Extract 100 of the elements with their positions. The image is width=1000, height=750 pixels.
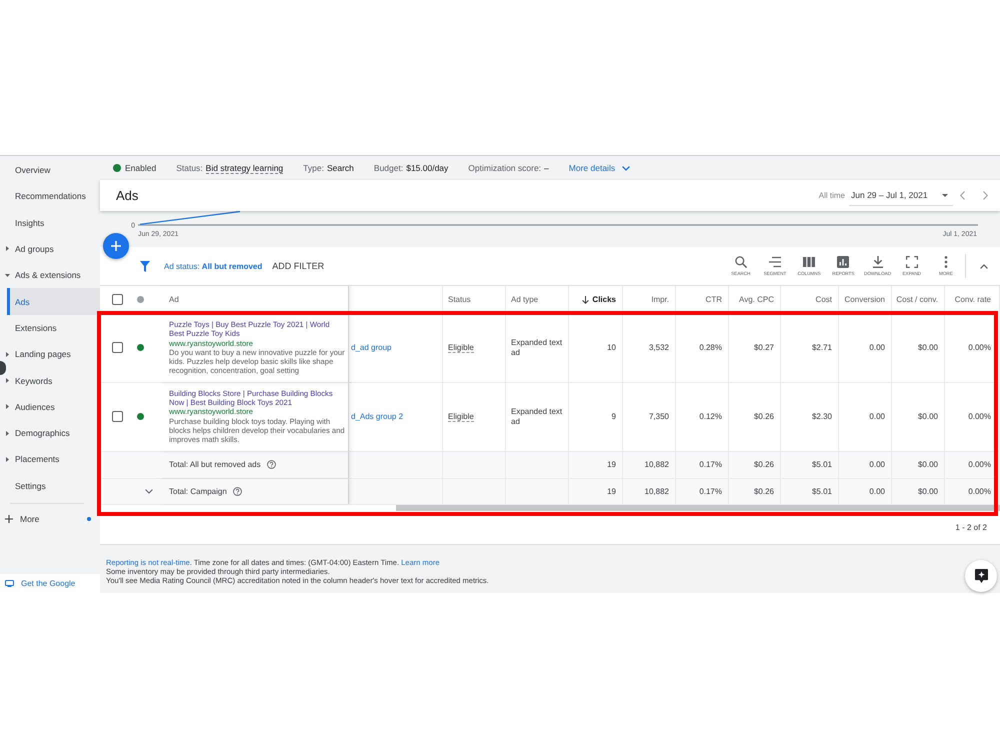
plus-icon	[111, 241, 121, 251]
bar-chart-icon	[837, 256, 850, 268]
download-icon	[872, 256, 884, 268]
page-title: Ads	[116, 188, 138, 203]
status-dot-icon	[137, 296, 144, 303]
table-cell: $0.26	[729, 452, 781, 478]
edge-handle-icon	[0, 361, 6, 375]
chevron-left-icon[interactable]	[960, 191, 965, 200]
table-cell: $0.00	[892, 478, 945, 504]
column-header[interactable]: CTR	[706, 295, 722, 304]
search-icon	[734, 256, 747, 268]
help-icon[interactable]	[232, 486, 242, 496]
table-cell: $0.00	[892, 452, 945, 478]
table-cell: 0.00%	[945, 478, 1000, 504]
column-header[interactable]: Ad	[169, 295, 179, 304]
field-value: –	[544, 163, 549, 173]
table-cell: 19	[569, 478, 623, 504]
sidebar-item[interactable]: Insights	[0, 210, 100, 236]
select-all-checkbox[interactable]	[112, 294, 123, 305]
table-cell: 0.17%	[676, 478, 729, 504]
table-cell: $0.00	[892, 314, 945, 383]
table-cell: 3,532	[623, 314, 676, 383]
chevron-down-icon	[622, 166, 630, 170]
sidebar-item[interactable]: Ad groups	[0, 236, 100, 262]
column-header[interactable]: Conv. rate	[954, 295, 991, 304]
promo-link[interactable]: Get the Google	[21, 579, 76, 588]
more-details-link[interactable]: More details	[568, 163, 630, 173]
caret-right-icon[interactable]	[6, 430, 9, 436]
filter-chip[interactable]: Ad status: All but removed	[164, 262, 262, 270]
table-cell: 0.00	[839, 478, 892, 504]
fullscreen-icon	[906, 256, 918, 268]
field-label: Budget:	[374, 163, 404, 173]
sidebar-item[interactable]: Demographics	[0, 420, 100, 446]
screen-icon	[5, 580, 14, 587]
table-cell: 10,882	[623, 478, 676, 504]
table-cell: $5.01	[781, 452, 839, 478]
date-preset-label: All time	[818, 191, 845, 200]
chevron-up-icon[interactable]	[980, 264, 988, 268]
chevron-down-icon[interactable]	[145, 488, 153, 494]
column-header[interactable]: Cost	[816, 295, 832, 304]
feedback-button[interactable]	[965, 560, 997, 592]
sidebar-item[interactable]: Overview	[0, 157, 100, 184]
column-header[interactable]: Conversion	[844, 295, 885, 304]
sidebar-item[interactable]: Recommendations	[0, 183, 100, 210]
campaign-status: Enabled	[125, 163, 156, 173]
field-label: Status:	[176, 163, 203, 173]
column-header[interactable]: Avg. CPC	[739, 295, 774, 304]
sidebar-item[interactable]: Extensions	[0, 314, 100, 342]
table-cell: $2.71	[781, 314, 839, 383]
row-checkbox[interactable]	[112, 342, 123, 354]
sidebar-item[interactable]: Keywords	[0, 367, 100, 394]
page-range: 1 - 2 of 2	[955, 522, 987, 532]
more-button[interactable]: More	[0, 506, 100, 532]
plus-icon	[5, 514, 13, 523]
add-button[interactable]	[103, 233, 129, 259]
field-value: Bid strategy learning	[206, 162, 284, 174]
table-cell: 19	[569, 452, 623, 478]
add-filter-button[interactable]: ADD FILTER	[272, 261, 324, 271]
field-value: Search	[326, 163, 354, 173]
column-header[interactable]: Clicks	[582, 295, 616, 304]
ad-group-link[interactable]: d_Ads group 2	[349, 412, 404, 422]
table-cell: 0.28%	[676, 314, 729, 383]
table-cell: $0.26	[729, 478, 781, 504]
filter-icon[interactable]	[140, 260, 150, 272]
column-header[interactable]: Impr.	[651, 295, 669, 304]
ad-group-link[interactable]: d_ad group	[349, 343, 392, 352]
sidebar-item[interactable]: Settings	[0, 472, 100, 499]
status-text: Eligible	[448, 412, 474, 422]
field-label: Type:	[303, 163, 324, 173]
columns-icon	[803, 256, 816, 268]
sidebar-item[interactable]: Placements	[0, 446, 100, 473]
total-label: Total: Campaign	[169, 486, 227, 496]
column-header[interactable]: Cost / conv.	[896, 295, 938, 304]
sidebar-item[interactable]: Audiences	[0, 394, 100, 420]
caret-right-icon[interactable]	[6, 246, 9, 252]
caret-right-icon[interactable]	[6, 456, 9, 462]
caret-right-icon[interactable]	[6, 352, 9, 357]
date-range-dropdown[interactable]: Jun 29 – Jul 1, 2021	[849, 186, 953, 206]
table-cell: 0.00	[839, 314, 892, 383]
caret-right-icon[interactable]	[6, 404, 9, 410]
sidebar-item[interactable]: Ads	[7, 288, 100, 315]
column-header[interactable]: Ad type	[511, 295, 538, 304]
lines-icon	[768, 256, 781, 268]
row-checkbox[interactable]	[112, 411, 123, 422]
table-cell: 0.00%	[945, 314, 1000, 383]
column-header[interactable]: Status	[448, 295, 471, 304]
chevron-right-icon[interactable]	[983, 191, 988, 200]
table-cell: $5.01	[781, 478, 839, 504]
caret-right-icon[interactable]	[6, 378, 9, 383]
help-icon[interactable]	[266, 460, 276, 470]
caret-down-icon	[942, 194, 948, 196]
table-cell: 0.00%	[945, 452, 1000, 478]
sort-arrow-icon	[582, 296, 590, 304]
table-cell: 0.17%	[676, 452, 729, 478]
field-label: Optimization score:	[468, 163, 542, 173]
status-text: Eligible	[448, 342, 474, 353]
caret-down-icon[interactable]	[5, 274, 10, 277]
field-value: $15.00/day	[406, 163, 448, 173]
sidebar-item[interactable]: Ads & extensions	[0, 262, 100, 288]
sidebar-item[interactable]: Landing pages	[0, 341, 100, 368]
